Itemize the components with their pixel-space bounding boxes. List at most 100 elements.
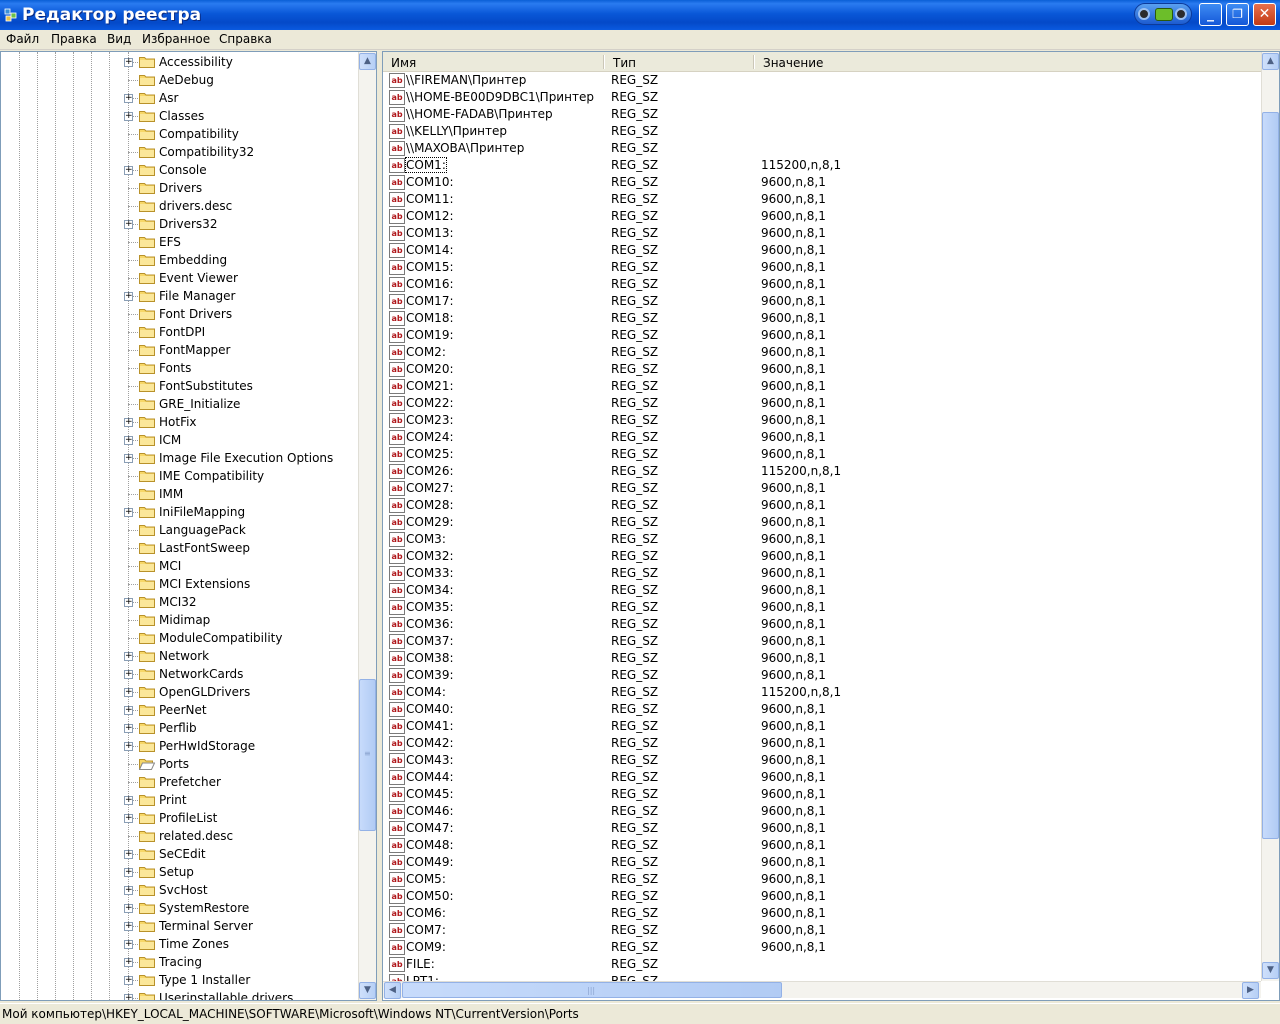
tree-item[interactable]: + Setup: [1, 863, 357, 881]
value-row[interactable]: ab COM4: REG_SZ 115200,n,8,1: [383, 684, 1261, 701]
tree-item[interactable]: + IniFileMapping: [1, 503, 357, 521]
value-row[interactable]: ab COM40: REG_SZ 9600,n,8,1: [383, 701, 1261, 718]
tree-item[interactable]: + Type 1 Installer: [1, 971, 357, 989]
tree-item[interactable]: ModuleCompatibility: [1, 629, 357, 647]
tree-item[interactable]: drivers.desc: [1, 197, 357, 215]
expand-toggle-icon[interactable]: +: [124, 166, 133, 175]
value-row[interactable]: ab COM27: REG_SZ 9600,n,8,1: [383, 480, 1261, 497]
close-button[interactable]: ✕: [1253, 3, 1276, 26]
expand-toggle-icon[interactable]: +: [124, 58, 133, 67]
expand-toggle-icon[interactable]: +: [124, 688, 133, 697]
minimize-button[interactable]: _: [1199, 3, 1222, 26]
tree-item[interactable]: Drivers: [1, 179, 357, 197]
value-row[interactable]: ab COM47: REG_SZ 9600,n,8,1: [383, 820, 1261, 837]
tree-item[interactable]: + Tracing: [1, 953, 357, 971]
expand-toggle-icon[interactable]: +: [124, 598, 133, 607]
expand-toggle-icon[interactable]: +: [124, 112, 133, 121]
tree-item[interactable]: + Userinstallable.drivers: [1, 989, 357, 1000]
registry-values-list[interactable]: Имя Тип Значение ab \\FIREMAN\Принтер REG_…: [382, 51, 1280, 1001]
expand-toggle-icon[interactable]: +: [124, 796, 133, 805]
tree-item[interactable]: + SvcHost: [1, 881, 357, 899]
tree-item[interactable]: + Print: [1, 791, 357, 809]
expand-toggle-icon[interactable]: +: [124, 976, 133, 985]
value-row[interactable]: ab COM17: REG_SZ 9600,n,8,1: [383, 293, 1261, 310]
tree-item[interactable]: AeDebug: [1, 71, 357, 89]
expand-toggle-icon[interactable]: +: [124, 994, 133, 1000]
column-header-data[interactable]: Значение: [755, 52, 1261, 72]
title-bar[interactable]: Редактор реестра _ ❐ ✕: [0, 0, 1280, 30]
tree-item[interactable]: MCI Extensions: [1, 575, 357, 593]
value-row[interactable]: ab COM26: REG_SZ 115200,n,8,1: [383, 463, 1261, 480]
tree-item[interactable]: + HotFix: [1, 413, 357, 431]
tree-scroll-thumb[interactable]: ≡: [359, 679, 376, 831]
value-row[interactable]: ab COM7: REG_SZ 9600,n,8,1: [383, 922, 1261, 939]
value-row[interactable]: ab COM41: REG_SZ 9600,n,8,1: [383, 718, 1261, 735]
value-row[interactable]: ab COM1: REG_SZ 115200,n,8,1: [383, 157, 1261, 174]
expand-toggle-icon[interactable]: +: [124, 814, 133, 823]
value-row[interactable]: ab \\HOME-BE00D9DBC1\Принтер REG_SZ: [383, 89, 1261, 106]
tree-item[interactable]: FontMapper: [1, 341, 357, 359]
registry-key-tree[interactable]: + Accessibility AeDebug + Asr + Classes Compati…: [0, 51, 377, 1001]
value-row[interactable]: ab COM23: REG_SZ 9600,n,8,1: [383, 412, 1261, 429]
tree-item[interactable]: + Classes: [1, 107, 357, 125]
expand-toggle-icon[interactable]: +: [124, 436, 133, 445]
tree-item[interactable]: Compatibility: [1, 125, 357, 143]
expand-toggle-icon[interactable]: +: [124, 904, 133, 913]
value-row[interactable]: ab COM50: REG_SZ 9600,n,8,1: [383, 888, 1261, 905]
tree-item[interactable]: + OpenGLDrivers: [1, 683, 357, 701]
tree-item[interactable]: EFS: [1, 233, 357, 251]
value-row[interactable]: ab COM36: REG_SZ 9600,n,8,1: [383, 616, 1261, 633]
value-row[interactable]: ab COM14: REG_SZ 9600,n,8,1: [383, 242, 1261, 259]
tree-item[interactable]: MCI: [1, 557, 357, 575]
value-row[interactable]: ab COM29: REG_SZ 9600,n,8,1: [383, 514, 1261, 531]
value-row[interactable]: ab COM34: REG_SZ 9600,n,8,1: [383, 582, 1261, 599]
tree-item[interactable]: + Console: [1, 161, 357, 179]
tree-item[interactable]: LanguagePack: [1, 521, 357, 539]
value-row[interactable]: ab COM3: REG_SZ 9600,n,8,1: [383, 531, 1261, 548]
values-vertical-scrollbar[interactable]: ▲ ▼: [1261, 52, 1279, 981]
expand-toggle-icon[interactable]: +: [124, 454, 133, 463]
tree-item[interactable]: + Network: [1, 647, 357, 665]
tree-item[interactable]: + Image File Execution Options: [1, 449, 357, 467]
tree-item[interactable]: + File Manager: [1, 287, 357, 305]
tree-item[interactable]: FontDPI: [1, 323, 357, 341]
value-row[interactable]: ab COM9: REG_SZ 9600,n,8,1: [383, 939, 1261, 956]
expand-toggle-icon[interactable]: +: [124, 940, 133, 949]
value-row[interactable]: ab COM6: REG_SZ 9600,n,8,1: [383, 905, 1261, 922]
expand-toggle-icon[interactable]: +: [124, 94, 133, 103]
value-row[interactable]: ab \\HOME-FADAB\Принтер REG_SZ: [383, 106, 1261, 123]
value-row[interactable]: ab COM22: REG_SZ 9600,n,8,1: [383, 395, 1261, 412]
value-row[interactable]: ab COM13: REG_SZ 9600,n,8,1: [383, 225, 1261, 242]
tree-item[interactable]: Embedding: [1, 251, 357, 269]
expand-toggle-icon[interactable]: +: [124, 670, 133, 679]
value-row[interactable]: ab COM32: REG_SZ 9600,n,8,1: [383, 548, 1261, 565]
tree-item[interactable]: related.desc: [1, 827, 357, 845]
expand-toggle-icon[interactable]: +: [124, 742, 133, 751]
value-row[interactable]: ab COM46: REG_SZ 9600,n,8,1: [383, 803, 1261, 820]
tree-item[interactable]: + Terminal Server: [1, 917, 357, 935]
value-row[interactable]: ab \\KELLY\Принтер REG_SZ: [383, 123, 1261, 140]
column-header-type[interactable]: Тип: [605, 52, 755, 72]
value-row[interactable]: ab COM19: REG_SZ 9600,n,8,1: [383, 327, 1261, 344]
tree-item[interactable]: + ProfileList: [1, 809, 357, 827]
tree-item[interactable]: Fonts: [1, 359, 357, 377]
maximize-button[interactable]: ❐: [1226, 3, 1249, 26]
values-horizontal-scrollbar[interactable]: ◀ ||| ▶: [383, 981, 1261, 999]
tree-item[interactable]: + SeCEdit: [1, 845, 357, 863]
tree-item[interactable]: + SystemRestore: [1, 899, 357, 917]
value-row[interactable]: ab COM2: REG_SZ 9600,n,8,1: [383, 344, 1261, 361]
tree-item[interactable]: + NetworkCards: [1, 665, 357, 683]
values-scroll-thumb[interactable]: [1262, 112, 1279, 839]
tree-item[interactable]: + Time Zones: [1, 935, 357, 953]
expand-toggle-icon[interactable]: +: [124, 220, 133, 229]
value-row[interactable]: ab \\FIREMAN\Принтер REG_SZ: [383, 72, 1261, 89]
scroll-down-button[interactable]: ▼: [1262, 962, 1279, 979]
value-row[interactable]: ab COM45: REG_SZ 9600,n,8,1: [383, 786, 1261, 803]
value-row[interactable]: ab COM16: REG_SZ 9600,n,8,1: [383, 276, 1261, 293]
tree-item[interactable]: Ports: [1, 755, 357, 773]
tree-item[interactable]: + ICM: [1, 431, 357, 449]
value-row[interactable]: ab COM37: REG_SZ 9600,n,8,1: [383, 633, 1261, 650]
tree-item[interactable]: + PeerNet: [1, 701, 357, 719]
value-row[interactable]: ab COM5: REG_SZ 9600,n,8,1: [383, 871, 1261, 888]
value-row[interactable]: ab COM33: REG_SZ 9600,n,8,1: [383, 565, 1261, 582]
